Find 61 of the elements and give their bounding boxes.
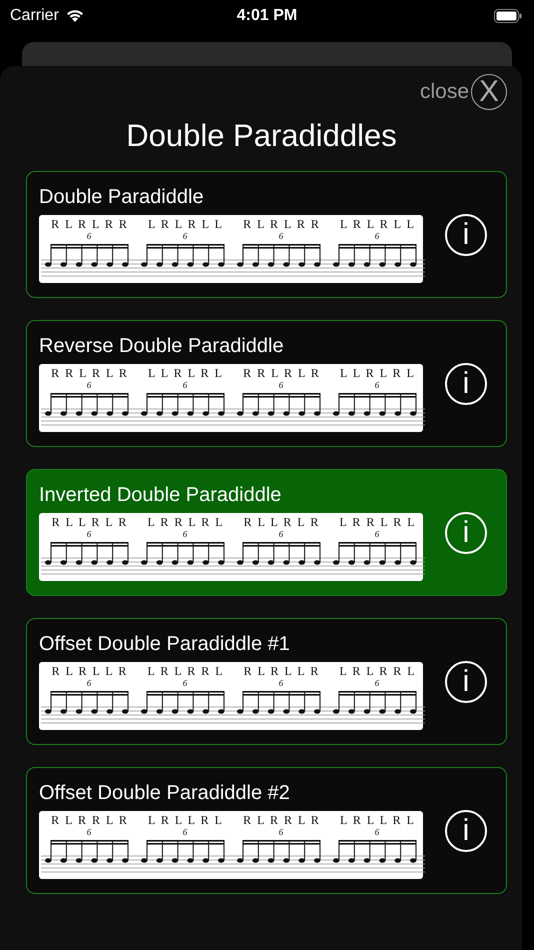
close-button[interactable]: close X: [420, 72, 507, 112]
tuplet-number: 6: [374, 529, 380, 540]
battery-icon: [494, 9, 522, 23]
tuplet-number: 6: [278, 827, 284, 838]
tuplet-number: 6: [374, 231, 380, 242]
info-button[interactable]: i: [445, 810, 487, 852]
tuplet-number: 6: [278, 380, 284, 391]
info-button[interactable]: i: [445, 660, 487, 702]
tuplet-number: 6: [182, 380, 188, 391]
sticking-text: R L L R L R: [244, 516, 318, 529]
tuplet-number: 6: [86, 380, 92, 391]
sticking-text: R L R R L R: [51, 814, 127, 827]
sticking-text: L R L L R L: [148, 814, 222, 827]
sticking-text: R L R R L R: [243, 814, 319, 827]
tuplet-number: 6: [86, 678, 92, 689]
rudiment-card[interactable]: Offset Double Paradiddle #1 R L R L L R 6 L R L R R L 6 R L R L L R 6 L R L R R L 6 i: [26, 618, 507, 745]
wifi-icon: [64, 9, 85, 23]
sticking-text: L R R L R L: [339, 516, 415, 529]
rudiment-card[interactable]: Offset Double Paradiddle #2 R L R R L R 6 L R L L R L 6 R L R R L R 6 L R L L R L 6 i: [26, 767, 507, 894]
tuplet-number: 6: [182, 529, 188, 540]
sticking-text: R R L R L R: [51, 367, 127, 380]
tuplet-number: 6: [182, 231, 188, 242]
sticking-text: L R R L R L: [147, 516, 223, 529]
sticking-text: L R L R R L: [147, 665, 223, 678]
sticking-text: L L R L R L: [148, 367, 222, 380]
tuplet-number: 6: [182, 678, 188, 689]
tuplet-number: 6: [374, 380, 380, 391]
rudiment-name: Offset Double Paradiddle #1: [39, 633, 291, 656]
carrier-label: Carrier: [10, 7, 59, 25]
sticking-text: L R L R L L: [340, 218, 414, 231]
rudiment-name: Offset Double Paradiddle #2: [39, 782, 291, 805]
sticking-text: R L R L L R: [52, 665, 126, 678]
tuplet-number: 6: [278, 529, 284, 540]
tuplet-number: 6: [182, 827, 188, 838]
sticking-text: R L R L L R: [244, 665, 318, 678]
tuplet-number: 6: [278, 231, 284, 242]
tuplet-number: 6: [86, 529, 92, 540]
clock-time: 4:01 PM: [236, 7, 298, 25]
rudiment-card[interactable]: Double Paradiddle R L R L R R 6 L R L R L L 6 R L R L R R 6 L R L R L L 6 i: [26, 171, 507, 298]
rudiment-name: Double Paradiddle: [39, 186, 205, 209]
info-button[interactable]: i: [445, 214, 487, 256]
info-button[interactable]: i: [445, 362, 487, 404]
sticking-text: L L R L R L: [340, 367, 414, 380]
sticking-text: R L R L R R: [51, 218, 127, 231]
tuplet-number: 6: [374, 678, 380, 689]
tuplet-number: 6: [86, 827, 92, 838]
rudiment-name: Reverse Double Paradiddle: [39, 335, 285, 358]
rudiment-card[interactable]: Inverted Double Paradiddle R L L R L R 6 L R R L R L 6 R L L R L R 6 L R R L R L 6 i: [26, 469, 507, 596]
sticking-text: R R L R L R: [243, 367, 319, 380]
rudiment-card[interactable]: Reverse Double Paradiddle R R L R L R 6 L L R L R L 6 R R L R L R 6 L L R L R L 6 i: [26, 320, 507, 447]
tuplet-number: 6: [86, 231, 92, 242]
tuplet-number: 6: [374, 827, 380, 838]
sticking-text: L R L R R L: [339, 665, 415, 678]
sticking-text: R L R L R R: [243, 218, 319, 231]
modal-title: Double Paradiddles: [125, 118, 398, 155]
sticking-text: R L L R L R: [52, 516, 126, 529]
tuplet-number: 6: [278, 678, 284, 689]
rudiment-name: Inverted Double Paradiddle: [39, 484, 282, 507]
info-button[interactable]: i: [445, 512, 487, 554]
sticking-text: L R L L R L: [340, 814, 414, 827]
sticking-text: L R L R L L: [148, 218, 222, 231]
